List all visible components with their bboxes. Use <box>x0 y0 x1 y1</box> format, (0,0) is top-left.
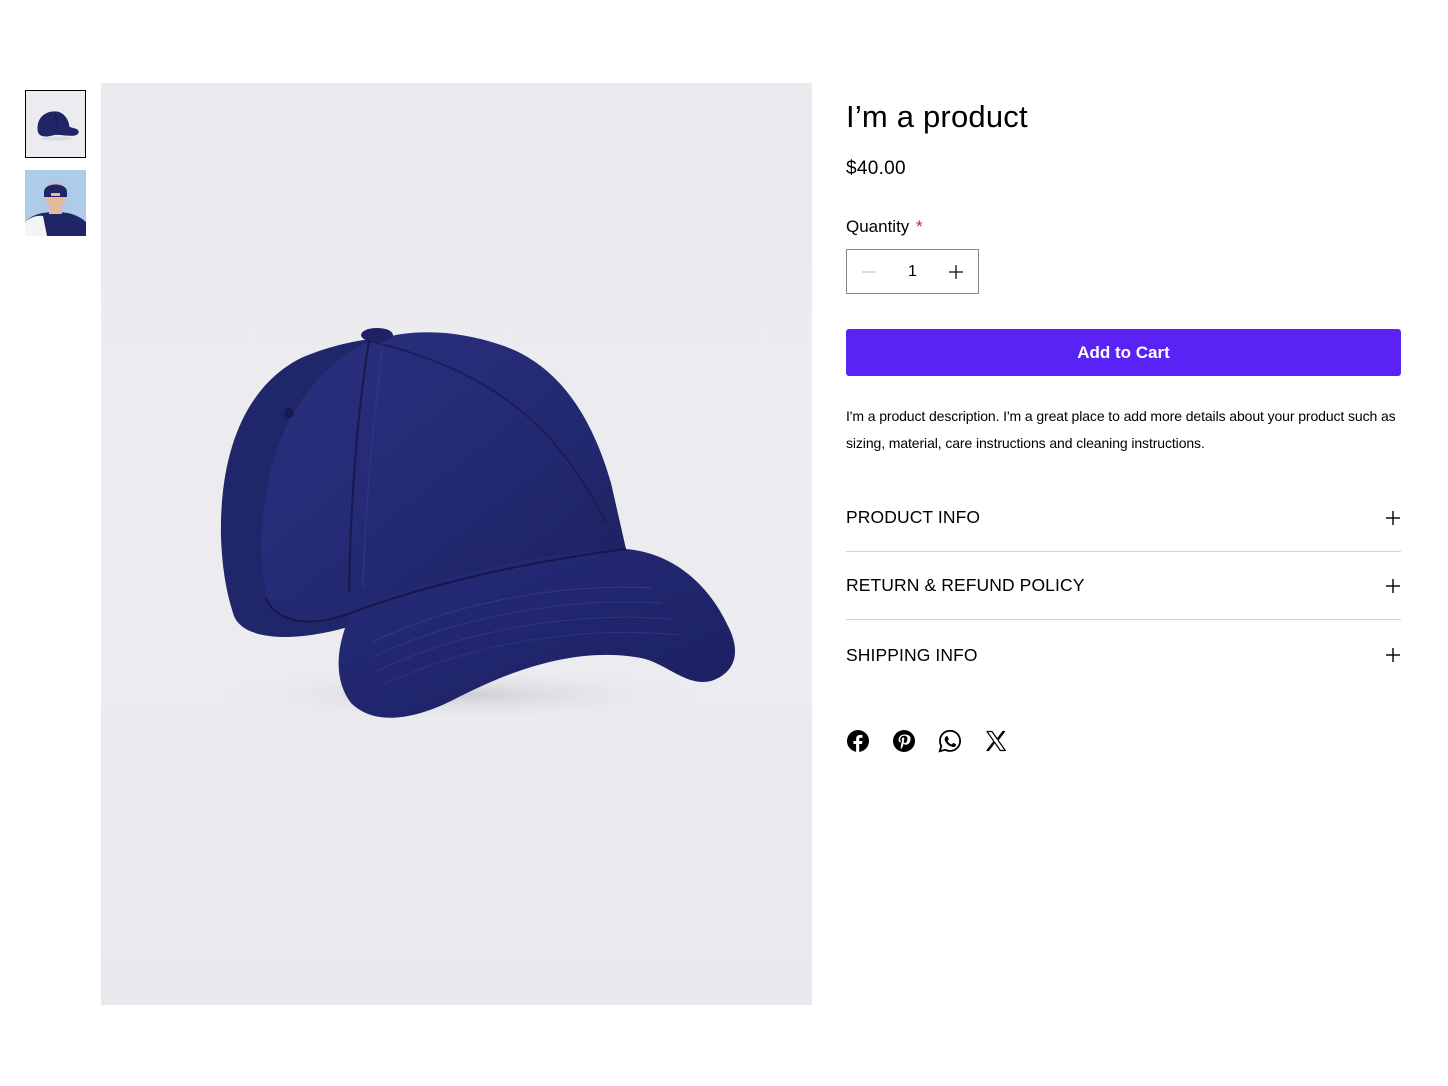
accordion-label: PRODUCT INFO <box>846 507 981 527</box>
thumbnail-list <box>25 90 86 236</box>
navy-baseball-cap-image <box>211 328 735 723</box>
whatsapp-icon <box>938 729 962 753</box>
product-description: I'm a product description. I'm a great p… <box>846 408 1396 451</box>
quantity-label: Quantity * <box>846 216 923 238</box>
plus-icon <box>949 264 963 279</box>
required-marker: * <box>916 217 923 236</box>
quantity-input[interactable]: 1 <box>891 250 934 293</box>
thumbnail-cap-side[interactable] <box>25 90 86 158</box>
share-x-button[interactable] <box>984 729 1008 753</box>
plus-icon <box>1385 510 1401 526</box>
pinterest-icon <box>893 730 915 752</box>
plus-icon <box>1385 647 1401 663</box>
share-pinterest-button[interactable] <box>892 729 916 753</box>
increase-quantity-button[interactable] <box>934 250 978 293</box>
facebook-icon <box>847 730 869 753</box>
person-wearing-cap-thumbnail-icon <box>25 170 86 236</box>
decrease-quantity-button[interactable] <box>847 250 891 293</box>
accordion-product-info[interactable]: PRODUCT INFO <box>846 484 1401 552</box>
quantity-label-text: Quantity <box>846 217 910 236</box>
social-share-bar <box>846 729 1008 753</box>
cap-side-thumbnail-icon <box>26 92 85 156</box>
accordion-label: SHIPPING INFO <box>846 644 978 665</box>
accordion-label: RETURN & REFUND POLICY <box>846 575 1085 595</box>
main-product-image[interactable] <box>101 83 812 1005</box>
accordion-return-refund-policy[interactable]: RETURN & REFUND POLICY <box>846 552 1401 620</box>
share-facebook-button[interactable] <box>846 729 870 753</box>
share-whatsapp-button[interactable] <box>938 729 962 753</box>
add-to-cart-button[interactable]: Add to Cart <box>846 329 1401 376</box>
minus-icon <box>862 270 876 273</box>
thumbnail-person-wearing-cap[interactable] <box>25 170 86 236</box>
x-icon <box>986 730 1006 752</box>
quantity-stepper[interactable]: 1 <box>846 249 979 294</box>
product-title: I’m a product <box>846 99 1028 134</box>
product-price: $40.00 <box>846 158 906 179</box>
plus-icon <box>1385 578 1401 594</box>
accordion-shipping-info[interactable]: SHIPPING INFO <box>846 621 1401 689</box>
